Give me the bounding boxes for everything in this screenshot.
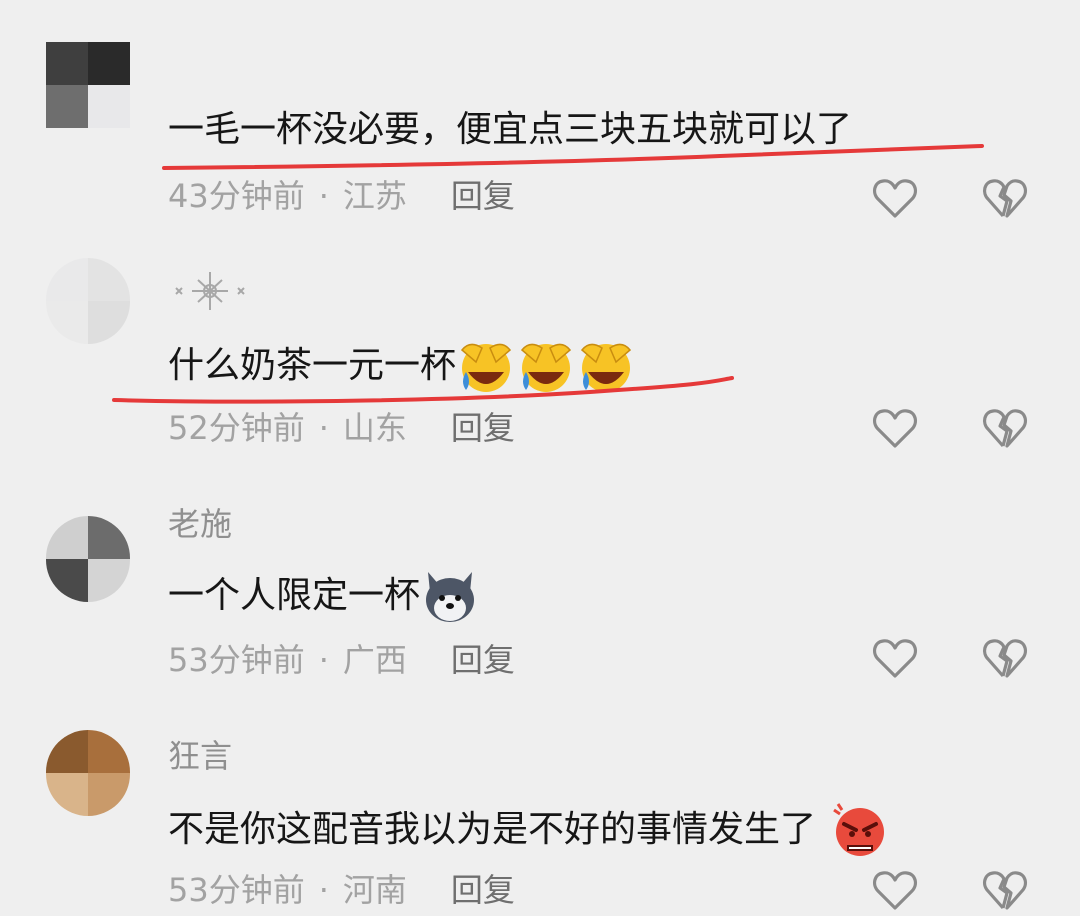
angry-face-emoji	[833, 803, 885, 856]
comment-meta: 53分钟前 · 河南 回复	[168, 870, 515, 910]
avatar[interactable]	[46, 516, 130, 602]
comment-location: 江苏	[342, 177, 407, 215]
avatar[interactable]	[46, 258, 130, 344]
comment-text-content: 一个人限定一杯	[168, 575, 421, 616]
red-underline	[162, 144, 984, 170]
avatar[interactable]	[46, 42, 130, 128]
username[interactable]: 老施	[168, 506, 232, 542]
separator-dot: ·	[318, 871, 329, 909]
reply-button[interactable]: 回复	[451, 871, 515, 909]
comment-location: 山东	[342, 409, 407, 447]
comment-location: 广西	[342, 641, 407, 679]
comment-meta: 52分钟前 · 山东 回复	[168, 408, 515, 448]
separator-dot: ·	[318, 409, 329, 447]
heart-outline-icon[interactable]	[872, 406, 918, 450]
comment-time: 43分钟前	[168, 177, 305, 215]
comment-location: 河南	[342, 871, 407, 909]
broken-heart-icon[interactable]	[982, 868, 1028, 912]
separator-dot: ·	[318, 641, 329, 679]
broken-heart-icon[interactable]	[982, 406, 1028, 450]
heart-outline-icon[interactable]	[872, 636, 918, 680]
husky-dog-emoji	[426, 572, 475, 622]
reply-button[interactable]: 回复	[451, 409, 515, 447]
comment-time: 53分钟前	[168, 871, 305, 909]
reply-button[interactable]: 回复	[451, 641, 515, 679]
reply-button[interactable]: 回复	[451, 177, 515, 215]
comment-time: 53分钟前	[168, 641, 305, 679]
avatar[interactable]	[46, 730, 130, 816]
broken-heart-icon[interactable]	[982, 176, 1028, 220]
comment-meta: 43分钟前 · 江苏 回复	[168, 176, 515, 216]
separator-dot: ·	[318, 177, 329, 215]
heart-outline-icon[interactable]	[872, 868, 918, 912]
username[interactable]: 狂言	[168, 738, 232, 774]
heart-outline-icon[interactable]	[872, 176, 918, 220]
comment-text: 一个人限定一杯	[168, 566, 480, 626]
comment-text-content: 不是你这配音我以为是不好的事情发生了	[168, 809, 817, 850]
comment-text: 不是你这配音我以为是不好的事情发生了	[168, 800, 890, 860]
comment-time: 52分钟前	[168, 409, 305, 447]
username-decoration-icon	[175, 272, 245, 310]
broken-heart-icon[interactable]	[982, 636, 1028, 680]
red-underline	[112, 376, 734, 404]
comment-meta: 53分钟前 · 广西 回复	[168, 640, 515, 680]
